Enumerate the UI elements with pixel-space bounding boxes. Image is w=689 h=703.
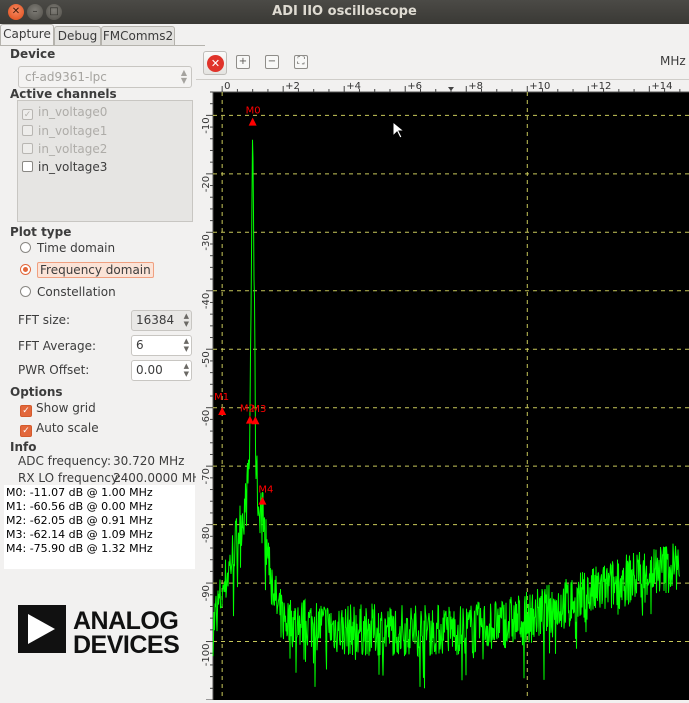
x-tick-label: +4 — [346, 81, 361, 92]
fft-average-label: FFT Average: — [18, 339, 97, 353]
marker-label: M1 — [214, 392, 229, 403]
checkbox-checked-icon: ✓ — [20, 425, 32, 437]
marker-readout-line: M0: -11.07 dB @ 1.00 MHz — [6, 486, 153, 499]
y-tick-label: -100 — [201, 644, 212, 667]
radio-on-icon — [20, 264, 31, 275]
marker-readout-line: M1: -60.56 dB @ 0.00 MHz — [6, 500, 153, 513]
channel-item-in-voltage3[interactable]: in_voltage3 — [22, 158, 107, 176]
x-tick-label: +12 — [590, 81, 611, 92]
marker-readout-line: M3: -62.14 dB @ 1.09 MHz — [6, 528, 153, 541]
title-bar: ✕ – □ ADI IIO oscilloscope — [0, 0, 689, 24]
x-tick-label: +6 — [407, 81, 422, 92]
x-tick-label: +14 — [651, 81, 672, 92]
y-tick-label: -40 — [201, 293, 212, 309]
device-select[interactable]: cf-ad9361-lpc ▲ ▼ — [18, 66, 192, 88]
channel-item-in-voltage2[interactable]: in_voltage2 — [22, 140, 107, 158]
y-tick-label: -80 — [201, 527, 212, 543]
show-grid-checkbox[interactable]: ✓ Show grid — [20, 398, 96, 418]
checkbox-icon — [22, 161, 33, 172]
zoom-out-icon[interactable]: − — [265, 55, 279, 69]
radio-time-domain[interactable]: Time domain — [20, 238, 115, 258]
x-axis-unit-label: MHz — [660, 54, 686, 68]
x-tick-label: 0 — [224, 81, 230, 92]
stop-capture-button[interactable]: ✕ — [203, 51, 227, 75]
analog-devices-logo-icon — [18, 605, 66, 653]
pwr-offset-label: PWR Offset: — [18, 363, 90, 377]
tab-debug[interactable]: Debug — [54, 26, 101, 46]
fft-size-label: FFT size: — [18, 313, 71, 327]
checkbox-icon — [22, 143, 33, 154]
x-tick-label: +2 — [285, 81, 300, 92]
zoom-fit-icon[interactable]: ⛶ — [294, 55, 308, 69]
y-tick-label: -30 — [201, 234, 212, 250]
radio-frequency-domain[interactable]: Frequency domain — [20, 260, 154, 280]
tab-bar: Capture Debug FMComms2 — [0, 24, 210, 46]
y-tick-label: -20 — [201, 176, 212, 192]
window-title: ADI IIO oscilloscope — [272, 4, 417, 19]
channels-list: ✓ in_voltage0 in_voltage1 in_voltage2 in_… — [17, 100, 193, 222]
marker-readout-line: M4: -75.90 dB @ 1.32 MHz — [6, 542, 153, 555]
fft-size-select[interactable]: 16384 ▲ ▼ — [131, 310, 192, 331]
checkbox-checked-icon: ✓ — [22, 109, 33, 120]
channel-item-in-voltage0[interactable]: ✓ in_voltage0 — [22, 103, 107, 121]
adc-frequency-value: 30.720 MHz — [113, 454, 185, 468]
info-section-label: Info — [10, 440, 37, 454]
chevron-updown-icon: ▲ ▼ — [180, 68, 187, 85]
y-tick-label: -90 — [201, 585, 212, 601]
spectrum-plot-area[interactable]: 0 +2 +4 +6 +8 +10 +12 +14 -10 -20 -30 -40 -50 -60 -70 -… — [196, 80, 689, 701]
x-tick-label: +10 — [529, 81, 550, 92]
radio-off-icon — [20, 286, 31, 297]
marker-readout: M0: -11.07 dB @ 1.00 MHz M1: -60.56 dB @… — [4, 485, 195, 569]
channel-item-in-voltage1[interactable]: in_voltage1 — [22, 122, 107, 140]
y-tick-label: -70 — [201, 468, 212, 484]
radio-constellation[interactable]: Constellation — [20, 282, 116, 302]
spectrum-plot[interactable]: 0 +2 +4 +6 +8 +10 +12 +14 -10 -20 -30 -40 -50 -60 -70 -… — [196, 80, 689, 701]
spin-arrows-icon[interactable]: ▲ ▼ — [184, 337, 189, 353]
tab-fmcomms2[interactable]: FMComms2 — [101, 26, 175, 46]
marker-label: M0 — [246, 106, 261, 117]
checkbox-icon — [22, 125, 33, 136]
tab-capture[interactable]: Capture — [0, 24, 54, 46]
marker-readout-line: M2: -62.05 dB @ 0.91 MHz — [6, 514, 153, 527]
pwr-offset-spinbox[interactable]: 0.00 ▲ ▼ — [131, 360, 192, 381]
options-section-label: Options — [10, 385, 63, 399]
channels-section-label: Active channels — [10, 87, 117, 101]
y-tick-label: -50 — [201, 351, 212, 367]
fft-average-spinbox[interactable]: 6 ▲ ▼ — [131, 335, 192, 356]
auto-scale-checkbox[interactable]: ✓ Auto scale — [20, 418, 99, 438]
stop-icon: ✕ — [207, 55, 224, 72]
device-select-value: cf-ad9361-lpc — [25, 70, 107, 84]
marker-label: M3 — [251, 404, 266, 415]
adc-frequency-label: ADC frequency: — [18, 454, 111, 468]
analog-devices-logo-text: ANALOG DEVICES — [73, 607, 180, 659]
radio-off-icon — [20, 242, 31, 253]
zoom-in-icon[interactable]: + — [236, 55, 250, 69]
y-tick-label: -60 — [201, 410, 212, 426]
checkbox-checked-icon: ✓ — [20, 405, 32, 417]
rx-lo-frequency-label: RX LO frequency: — [18, 471, 122, 485]
plot-type-section-label: Plot type — [10, 225, 72, 239]
spin-arrows-icon[interactable]: ▲ ▼ — [184, 362, 189, 378]
device-section-label: Device — [10, 47, 56, 61]
y-tick-label: -10 — [201, 117, 212, 133]
x-tick-label: +8 — [468, 81, 483, 92]
marker-label: M4 — [258, 485, 273, 496]
chevron-updown-icon: ▲ ▼ — [183, 312, 189, 328]
rx-lo-frequency-value: 2400.0000 MHz — [113, 471, 208, 485]
